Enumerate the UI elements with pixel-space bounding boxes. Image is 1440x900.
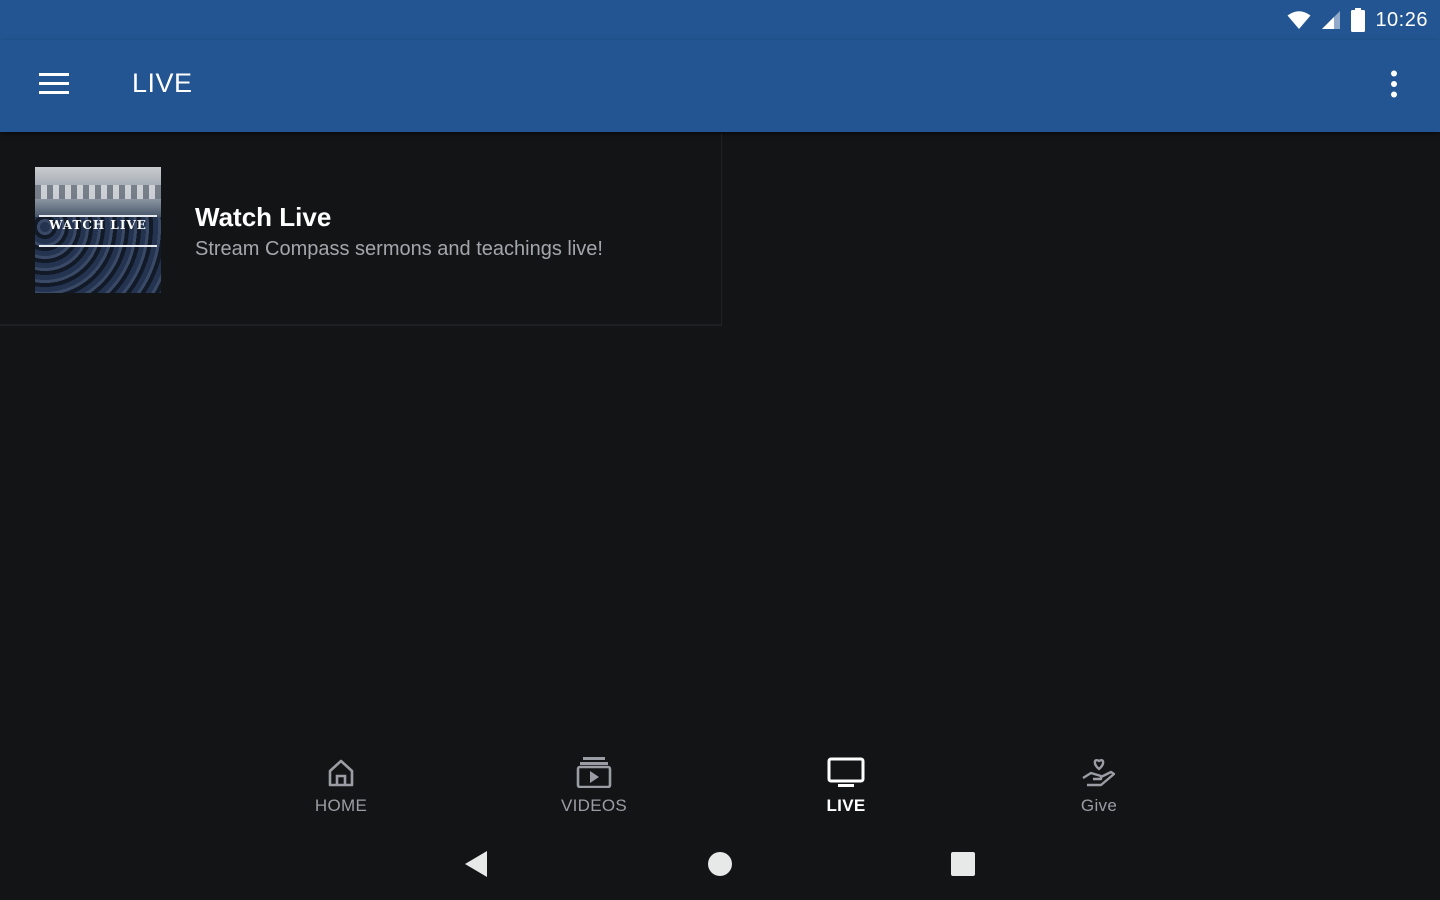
wifi-icon xyxy=(1287,10,1311,30)
nav-item-home[interactable]: HOME xyxy=(261,748,421,828)
menu-button[interactable] xyxy=(28,62,80,110)
back-icon xyxy=(463,849,489,884)
give-hand-heart-icon xyxy=(1081,748,1117,788)
status-time: 10:26 xyxy=(1375,8,1428,31)
more-vert-icon xyxy=(1390,70,1398,103)
recents-button[interactable] xyxy=(943,848,983,884)
nav-label-give: Give xyxy=(1080,796,1118,815)
status-bar: 10:26 xyxy=(0,0,1440,40)
app-screen: 10:26 LIVE WATCH LIVE Watch Live Stream … xyxy=(0,0,1440,900)
recents-square-icon xyxy=(950,851,976,882)
system-navigation-bar xyxy=(0,830,1440,900)
nav-label-videos: VIDEOS xyxy=(560,796,628,815)
video-library-icon xyxy=(576,748,612,788)
nav-item-videos[interactable]: VIDEOS xyxy=(514,748,674,828)
home-icon xyxy=(326,748,356,788)
nav-label-home: HOME xyxy=(314,796,368,815)
overflow-menu-button[interactable] xyxy=(1374,62,1414,110)
nav-label-live: LIVE xyxy=(826,796,866,815)
hamburger-menu-icon xyxy=(39,72,69,100)
system-home-button[interactable] xyxy=(700,848,740,884)
nav-item-give[interactable]: Give xyxy=(1019,748,1179,828)
watch-live-thumbnail: WATCH LIVE xyxy=(35,167,161,293)
watch-live-item[interactable]: WATCH LIVE Watch Live Stream Compass ser… xyxy=(0,134,722,326)
thumbnail-text: WATCH LIVE xyxy=(49,218,147,232)
item-title: Watch Live xyxy=(195,202,332,232)
bottom-navigation: HOME VIDEOS LIVE Give xyxy=(0,748,1440,828)
app-bar: LIVE xyxy=(0,40,1440,132)
tv-icon xyxy=(827,748,865,788)
home-circle-icon xyxy=(707,851,733,882)
item-subtitle: Stream Compass sermons and teachings liv… xyxy=(195,238,603,260)
battery-icon xyxy=(1351,8,1366,32)
cell-signal-icon xyxy=(1321,10,1341,30)
back-button[interactable] xyxy=(456,848,496,884)
page-title: LIVE xyxy=(132,68,193,98)
nav-item-live[interactable]: LIVE xyxy=(766,748,926,828)
